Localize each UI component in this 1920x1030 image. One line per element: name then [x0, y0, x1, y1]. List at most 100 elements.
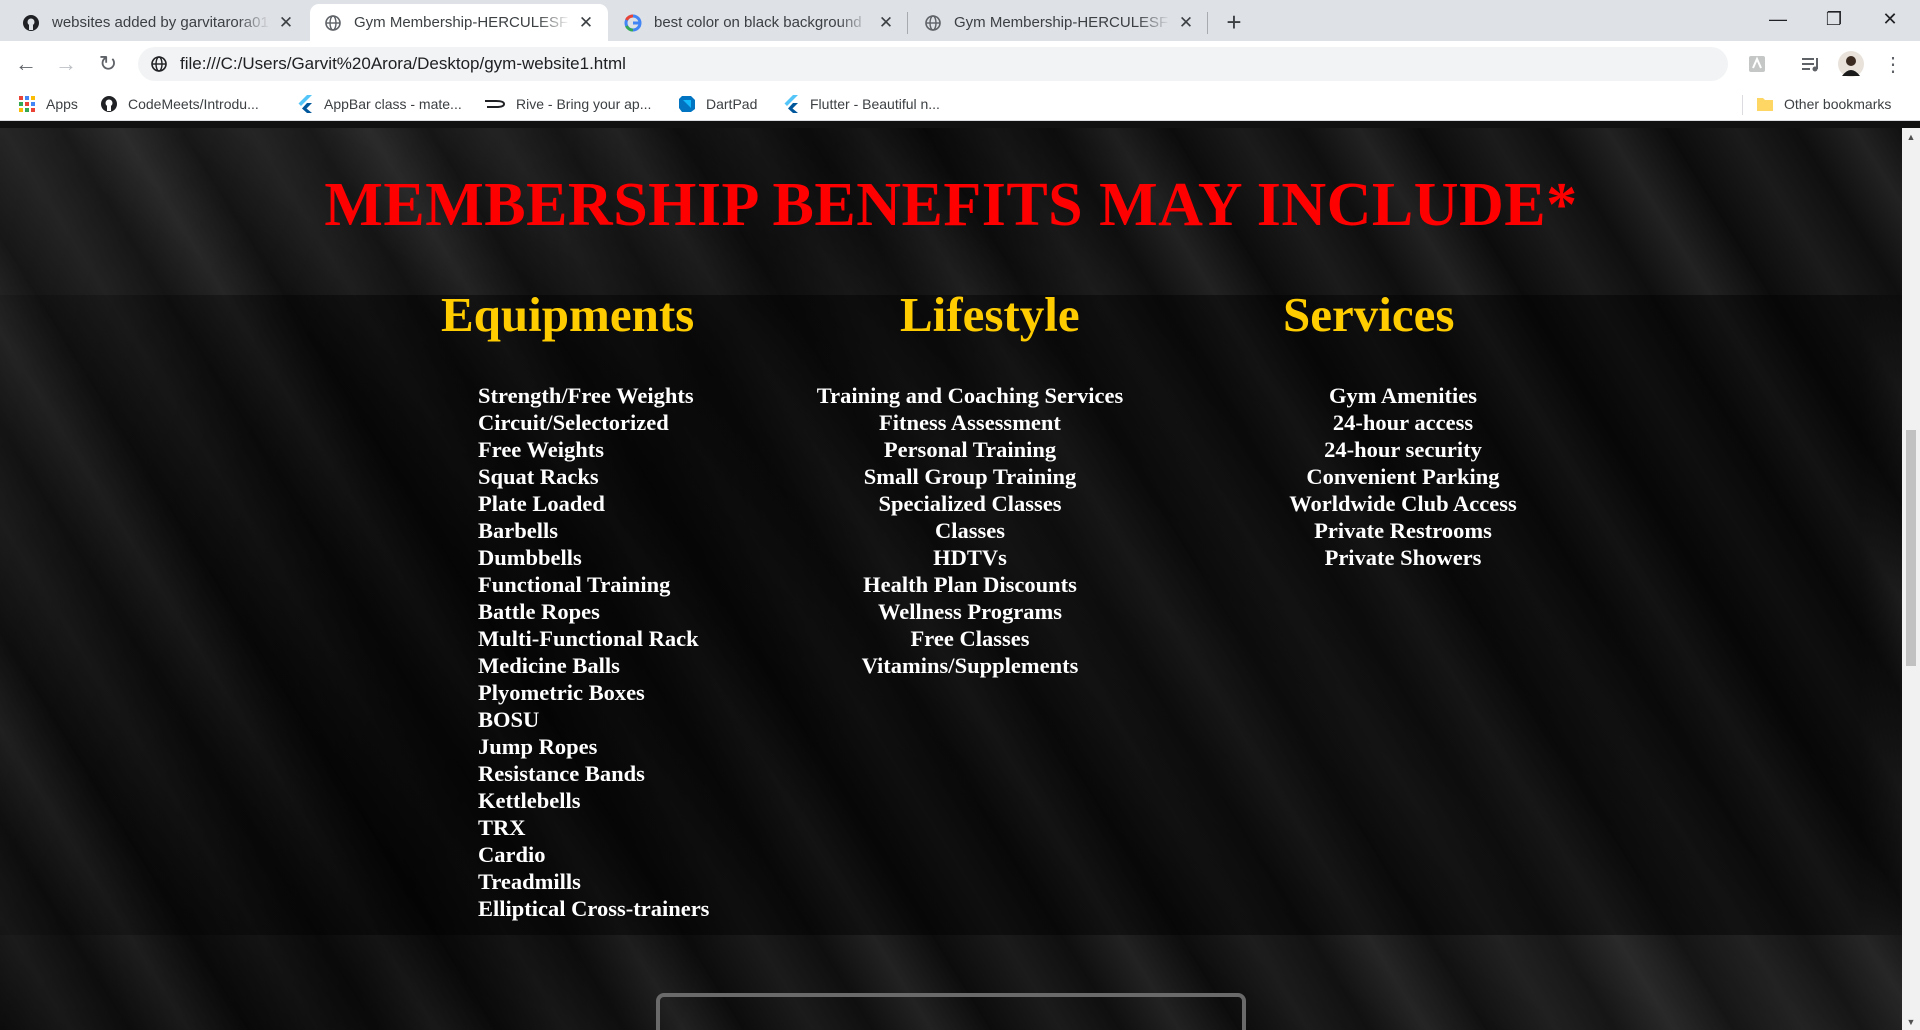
- page-scrollbar[interactable]: ▲ ▼: [1902, 128, 1920, 1030]
- tab-title: Gym Membership-HERCULESFITNESS: [354, 14, 570, 31]
- reload-button[interactable]: ↻: [92, 48, 124, 80]
- benefit-item: Jump Ropes: [478, 734, 598, 759]
- benefit-item: Small Group Training: [863, 464, 1077, 489]
- github-icon: [22, 14, 40, 32]
- close-icon[interactable]: ✕: [876, 13, 896, 33]
- benefit-item: Resistance Bands: [478, 761, 645, 786]
- benefit-item: Free Weights: [478, 437, 605, 462]
- bookmark-label: Flutter - Beautiful n...: [810, 96, 940, 112]
- benefit-item: Fitness Assessment: [879, 410, 1061, 435]
- close-icon[interactable]: ✕: [576, 13, 596, 33]
- lifestyle-list: Training and Coaching Services Fitness As…: [810, 382, 1130, 679]
- bookmark-label: Other bookmarks: [1784, 96, 1892, 112]
- bookmark-label: CodeMeets/Introdu...: [128, 96, 259, 112]
- benefit-item: Personal Training: [883, 437, 1057, 462]
- benefit-item: Kettlebells: [478, 788, 581, 813]
- benefit-item: Treadmills: [478, 869, 581, 894]
- page-viewport: MEMBERSHIP BENEFITS MAY INCLUDE* Equipme…: [0, 128, 1902, 1030]
- bookmark-rive[interactable]: Rive - Bring your ap...: [484, 87, 651, 121]
- tab-gym-membership[interactable]: Gym Membership-HERCULESFITNESS ✕: [910, 4, 1208, 41]
- tab-divider: [907, 12, 908, 34]
- back-button[interactable]: ←: [10, 48, 42, 80]
- new-tab-button[interactable]: +: [1218, 6, 1250, 38]
- scrollbar-thumb[interactable]: [1906, 430, 1916, 666]
- bookmark-label: AppBar class - mate...: [324, 96, 462, 112]
- address-bar[interactable]: file:///C:/Users/Garvit%20Arora/Desktop/…: [138, 47, 1728, 81]
- benefit-item: Medicine Balls: [478, 653, 620, 678]
- menu-kebab-icon[interactable]: ⋮: [1878, 49, 1908, 79]
- benefit-item: Wellness Programs: [878, 599, 1062, 624]
- other-bookmarks[interactable]: Other bookmarks: [1756, 87, 1891, 121]
- globe-icon: [924, 14, 942, 32]
- restore-button[interactable]: ❐: [1806, 0, 1862, 38]
- benefit-item: Functional Training: [478, 572, 671, 597]
- services-heading: Services: [1283, 287, 1455, 342]
- flutter-icon: [296, 95, 314, 113]
- benefit-item: Vitamins/Supplements: [861, 653, 1079, 678]
- benefit-item: Worldwide Club Access: [1289, 491, 1517, 516]
- benefit-item: Barbells: [478, 518, 559, 543]
- benefit-item: Squat Racks: [478, 464, 599, 489]
- benefit-item: Classes: [934, 518, 1005, 543]
- benefit-item: Specialized Classes: [878, 491, 1062, 516]
- bookmark-codemeets[interactable]: CodeMeets/Introdu...: [100, 87, 259, 121]
- folder-icon: [1756, 95, 1774, 113]
- benefit-item: Private Restrooms: [1314, 518, 1492, 543]
- page-info-icon[interactable]: [150, 55, 168, 73]
- apps-grid-icon: [18, 95, 36, 113]
- content-box: [656, 993, 1246, 1030]
- benefit-item: 24-hour access: [1332, 410, 1474, 435]
- browser-toolbar: ← → ↻ file:///C:/Users/Garvit%20Arora/De…: [0, 41, 1920, 87]
- page-heading: MEMBERSHIP BENEFITS MAY INCLUDE*: [324, 171, 1578, 239]
- benefit-item: HDTVs: [933, 545, 1007, 570]
- tab-title: Gym Membership-HERCULESFITNESS: [954, 14, 1170, 31]
- benefit-item: Dumbbells: [478, 545, 582, 570]
- bookmark-label: Rive - Bring your ap...: [516, 96, 652, 112]
- lifestyle-heading: Lifestyle: [900, 287, 1080, 342]
- tab-divider: [1207, 12, 1208, 34]
- google-icon: [624, 14, 642, 32]
- reading-list-icon[interactable]: [1796, 49, 1826, 79]
- bookmark-label: Apps: [46, 96, 78, 112]
- benefit-item: 24-hour security: [1324, 437, 1482, 462]
- minimize-button[interactable]: —: [1750, 0, 1806, 38]
- profile-avatar[interactable]: [1836, 49, 1866, 79]
- tab-github[interactable]: websites added by garvitarora01 ✕: [8, 4, 308, 41]
- services-list: Gym Amenities 24-hour access 24-hour secur…: [1248, 382, 1558, 571]
- benefit-item: Strength/Free Weights: [478, 383, 694, 408]
- benefit-item: Plyometric Boxes: [478, 680, 645, 705]
- bookmarks-divider: [1742, 95, 1743, 115]
- tab-strip: websites added by garvitarora01 ✕ Gym Me…: [0, 0, 1920, 41]
- bookmark-flutter[interactable]: Flutter - Beautiful n...: [782, 87, 940, 121]
- url-text[interactable]: file:///C:/Users/Garvit%20Arora/Desktop/…: [180, 54, 626, 74]
- tab-google-search[interactable]: best color on black background ✕: [610, 4, 908, 41]
- bookmarks-bar: Apps CodeMeets/Introdu... AppBar class -…: [0, 87, 1920, 121]
- benefit-item: Battle Ropes: [478, 599, 600, 624]
- github-icon: [100, 95, 118, 113]
- benefit-item: BOSU: [478, 707, 540, 732]
- tab-gym-membership-active[interactable]: Gym Membership-HERCULESFITNESS ✕: [310, 4, 608, 41]
- tab-title: websites added by garvitarora01: [52, 14, 269, 31]
- bookmark-appbar-class[interactable]: AppBar class - mate...: [296, 87, 462, 121]
- rive-icon: [484, 95, 506, 113]
- close-window-button[interactable]: ✕: [1862, 0, 1918, 38]
- close-icon[interactable]: ✕: [276, 13, 296, 33]
- flutter-icon: [782, 95, 800, 113]
- benefit-item: TRX: [478, 815, 526, 840]
- benefit-item: Plate Loaded: [478, 491, 605, 516]
- benefit-item: Training and Coaching Services: [816, 383, 1124, 408]
- globe-icon: [324, 14, 342, 32]
- bookmark-dartpad[interactable]: DartPad: [678, 87, 757, 121]
- equipments-heading: Equipments: [441, 287, 695, 342]
- scroll-up-arrow-icon[interactable]: ▲: [1902, 128, 1920, 145]
- close-icon[interactable]: ✕: [1176, 13, 1196, 33]
- benefit-item: Multi-Functional Rack: [478, 626, 699, 651]
- scroll-down-arrow-icon[interactable]: ▼: [1902, 1013, 1920, 1030]
- forward-button[interactable]: →: [50, 48, 82, 80]
- bookmark-apps[interactable]: Apps: [18, 87, 78, 121]
- pdf-extension-icon[interactable]: [1742, 49, 1772, 79]
- benefit-item: Convenient Parking: [1306, 464, 1500, 489]
- dartpad-icon: [678, 95, 696, 113]
- benefit-item: Elliptical Cross-trainers: [478, 896, 710, 921]
- benefit-item: Health Plan Discounts: [863, 572, 1077, 597]
